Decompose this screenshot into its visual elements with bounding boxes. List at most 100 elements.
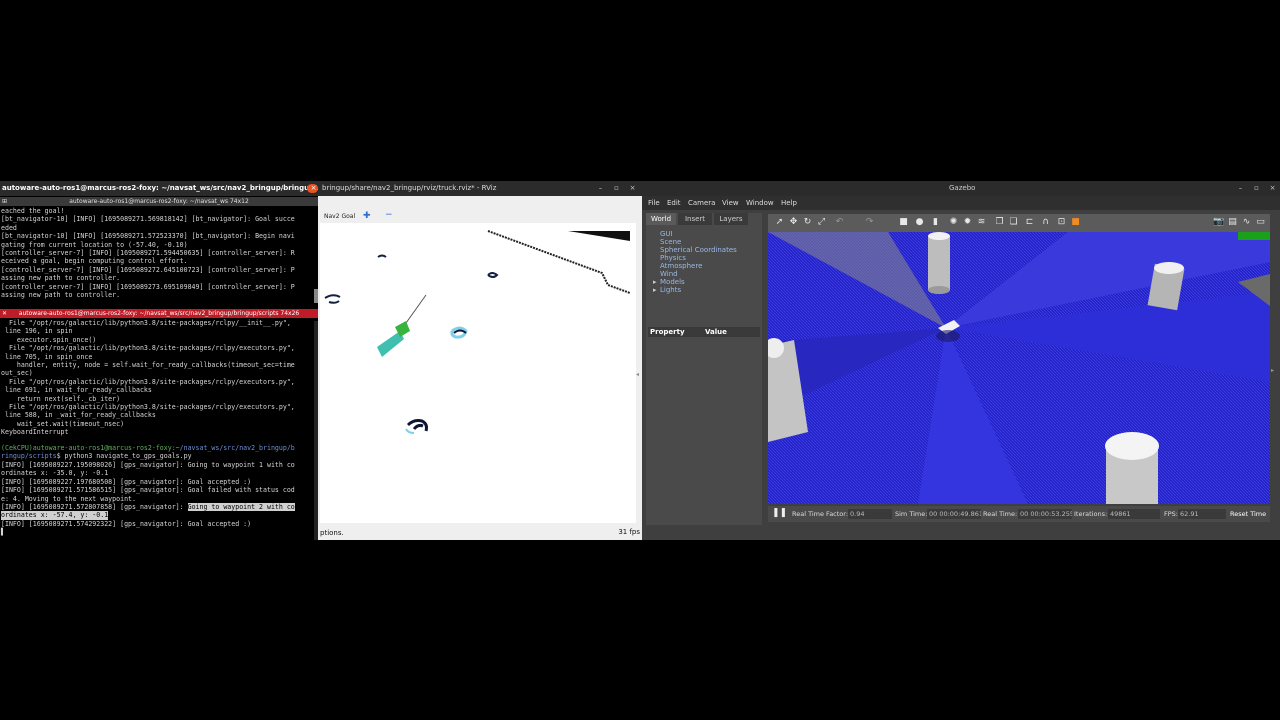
terminal-log-line: ordinates x: -35.0, y: -0.1 xyxy=(1,469,109,478)
expand-arrow-icon[interactable]: ▸ xyxy=(653,278,657,286)
terminal-titlebar[interactable]: autoware-auto-ros1@marcus-ros2-foxy: ~/n… xyxy=(0,181,318,196)
screenshot-icon[interactable]: 📷 xyxy=(1213,217,1224,228)
snap-icon[interactable]: ∩ xyxy=(1040,217,1051,228)
minimize-icon[interactable]: – xyxy=(1236,184,1245,193)
terminal-log-line: [INFO] [1695089271.574292322] [gps_navig… xyxy=(1,519,252,528)
directional-light-icon[interactable]: ≋ xyxy=(976,217,987,228)
laser-scan-blob xyxy=(453,329,467,334)
plus-icon[interactable]: ✚ xyxy=(363,211,371,221)
rtf-value: 0.94 xyxy=(848,509,892,519)
select-arrow-icon[interactable]: ➚ xyxy=(774,217,785,228)
change-view-icon[interactable]: ⊡ xyxy=(1056,217,1067,228)
cylinder-obstacle-base xyxy=(928,286,950,294)
cylinder-obstacle-top xyxy=(1154,262,1184,274)
terminal-cursor[interactable]: ▌ xyxy=(1,528,5,536)
map-wall-line xyxy=(487,230,631,294)
cylinder-obstacle-top xyxy=(928,232,950,240)
close-icon[interactable]: × xyxy=(1268,184,1277,193)
log-icon[interactable]: ▤ xyxy=(1227,217,1238,228)
terminal-traceback-line: out_sec) xyxy=(1,369,33,378)
terminal-window: autoware-auto-ros1@marcus-ros2-foxy: ~/n… xyxy=(0,181,318,540)
tab-insert[interactable]: Insert xyxy=(678,213,712,225)
rotate-icon[interactable]: ↻ xyxy=(802,217,813,228)
terminal-log-line: [INFO] [1695089271.572807858] [gps_navig… xyxy=(1,503,295,511)
tree-item-scene[interactable]: Scene xyxy=(660,238,681,246)
spot-light-icon[interactable]: ✹ xyxy=(962,217,973,228)
splitter-handle-icon[interactable]: ▸ xyxy=(1271,367,1274,374)
close-icon[interactable]: × xyxy=(628,184,637,193)
minimize-icon[interactable]: – xyxy=(596,184,605,193)
orange-record-icon[interactable]: ■ xyxy=(1070,217,1081,228)
terminal-traceback-line: line 196, in spin xyxy=(1,327,73,336)
maximize-icon[interactable]: ▫ xyxy=(612,184,621,193)
gazebo-titlebar[interactable]: Gazebo – ▫ × xyxy=(642,181,1280,196)
rviz-close-icon[interactable]: × xyxy=(309,184,318,193)
point-light-icon[interactable]: ✺ xyxy=(948,217,959,228)
laser-scan-blob xyxy=(487,272,499,278)
rviz-status-text: ptions. xyxy=(320,529,344,537)
tree-item-wind[interactable]: Wind xyxy=(660,270,678,278)
menu-edit[interactable]: Edit xyxy=(667,199,681,207)
menu-help[interactable]: Help xyxy=(781,199,797,207)
terminal-command: $ python3 navigate_to_gps_goals.py xyxy=(56,452,192,460)
rviz-titlebar[interactable]: × bringup/share/nav2_bringup/rviz/truck.… xyxy=(309,181,642,196)
cylinder-shape-icon[interactable]: ▮ xyxy=(930,217,941,228)
tree-item-gui[interactable]: GUI xyxy=(660,230,673,238)
terminal-tab-top[interactable]: ⊞ autoware-auto-ros1@marcus-ros2-foxy: ~… xyxy=(0,197,318,206)
iterations-label: Iterations: xyxy=(1074,510,1108,518)
tree-item-atmosphere[interactable]: Atmosphere xyxy=(660,262,702,270)
expand-arrow-icon[interactable]: ▸ xyxy=(653,286,657,294)
terminal-traceback-line: KeyboardInterrupt xyxy=(1,428,69,437)
tree-item-models[interactable]: Models xyxy=(660,278,685,286)
video-record-icon[interactable]: ▭ xyxy=(1255,217,1266,228)
copy-icon[interactable]: ❐ xyxy=(994,217,1005,228)
minimize-icon[interactable]: – xyxy=(278,184,287,193)
sphere-shape-icon[interactable]: ● xyxy=(914,217,925,228)
menu-view[interactable]: View xyxy=(722,199,739,207)
terminal-log-line: [INFO] [1695089227.197680508] [gps_navig… xyxy=(1,477,252,486)
tab-world[interactable]: World xyxy=(646,213,676,225)
align-icon[interactable]: ⊏ xyxy=(1024,217,1035,228)
plot-icon[interactable]: ∿ xyxy=(1241,217,1252,228)
sim-time-label: Sim Time: xyxy=(895,510,928,518)
terminal-output-line: eded xyxy=(1,223,17,232)
terminal-traceback-line: line 705, in spin_once xyxy=(1,352,93,361)
terminal-traceback-line: File "/opt/ros/galactic/lib/python3.8/si… xyxy=(1,319,291,327)
pause-icon[interactable]: ❚❚ xyxy=(772,508,787,518)
menu-camera[interactable]: Camera xyxy=(688,199,715,207)
sim-time-value: 00 00:00:49.861 xyxy=(927,509,981,519)
scale-icon[interactable]: ⤢ xyxy=(816,217,827,228)
reset-time-button[interactable]: Reset Time xyxy=(1230,510,1266,518)
box-shape-icon[interactable]: ■ xyxy=(898,217,909,228)
terminal-tab-bottom[interactable]: ✕ autoware-auto-ros1@marcus-ros2-foxy: ~… xyxy=(0,309,318,318)
terminal-output-line: [bt_navigator-10] [INFO] [1695089271.572… xyxy=(1,232,295,241)
laser-scan-blob xyxy=(324,294,341,304)
tab-layers[interactable]: Layers xyxy=(714,213,748,225)
redo-icon[interactable]: ↷ xyxy=(864,217,875,228)
paste-icon[interactable]: ❏ xyxy=(1008,217,1019,228)
terminal-traceback-line: File "/opt/ros/galactic/lib/python3.8/si… xyxy=(1,377,295,386)
fps-label: FPS: xyxy=(1164,510,1178,518)
gazebo-3d-view[interactable] xyxy=(768,232,1270,504)
rviz-scene xyxy=(324,230,631,434)
nav2-goal-button[interactable]: Nav2 Goal xyxy=(324,213,355,220)
terminal-traceback-line: executor.spin_once() xyxy=(1,335,97,344)
gazebo-menubar: File Edit Camera View Window Help xyxy=(642,196,1280,210)
minus-icon[interactable]: − xyxy=(385,210,393,220)
truck-shadow xyxy=(936,330,960,342)
tree-item-spherical-coordinates[interactable]: Spherical Coordinates xyxy=(660,246,737,254)
menu-file[interactable]: File xyxy=(648,199,660,207)
tree-item-lights[interactable]: Lights xyxy=(660,286,681,294)
cylinder-obstacle-top xyxy=(1105,432,1159,460)
terminal-log-line: ordinates x: -57.4, y: -0.1 xyxy=(1,511,109,520)
splitter-handle-icon[interactable]: ◂ xyxy=(636,371,639,378)
real-time-label: Real Time: xyxy=(983,510,1018,518)
translate-icon[interactable]: ✥ xyxy=(788,217,799,228)
undo-icon[interactable]: ↶ xyxy=(834,217,845,228)
menu-window[interactable]: Window xyxy=(746,199,774,207)
tree-item-physics[interactable]: Physics xyxy=(660,254,686,262)
rviz-3d-view[interactable] xyxy=(320,223,636,523)
close-icon[interactable]: ✕ xyxy=(2,309,7,318)
maximize-icon[interactable]: ▫ xyxy=(292,184,301,193)
maximize-icon[interactable]: ▫ xyxy=(1252,184,1261,193)
